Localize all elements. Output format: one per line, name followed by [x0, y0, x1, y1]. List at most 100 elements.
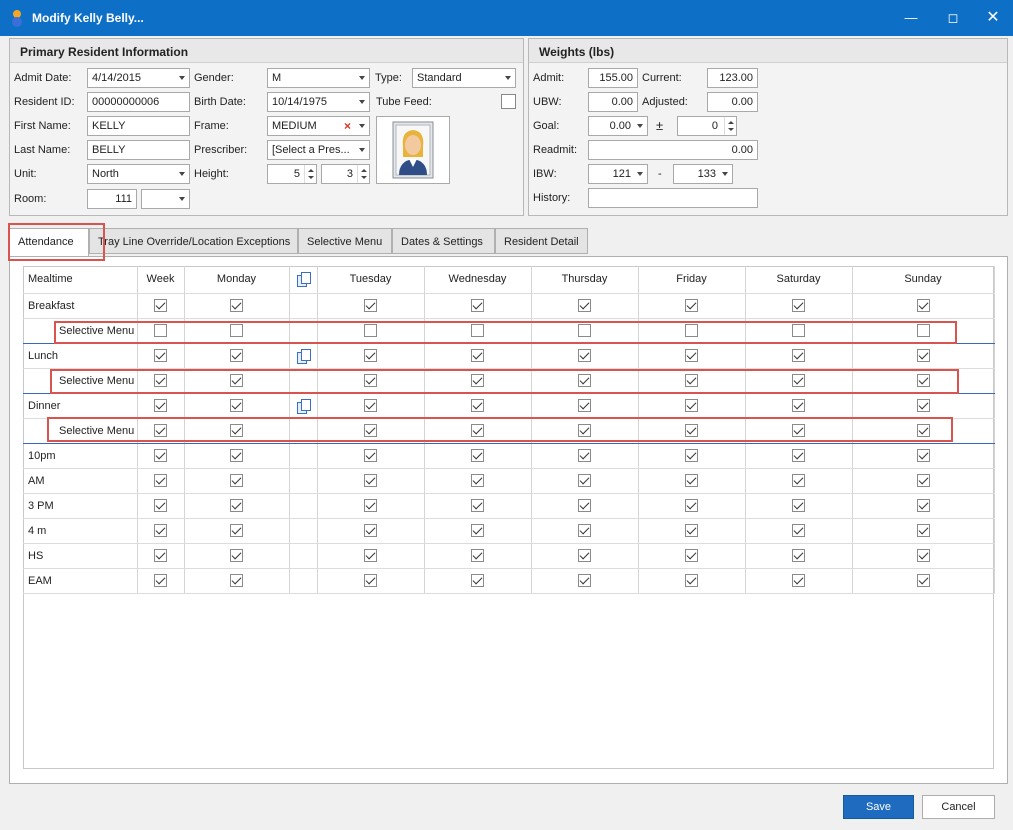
birth-date-field[interactable]: 10/14/1975 — [267, 92, 370, 112]
checked-checkbox[interactable] — [230, 474, 243, 487]
ubw-field[interactable]: 0.00 — [588, 92, 638, 112]
checked-checkbox[interactable] — [154, 499, 167, 512]
current-weight-field[interactable]: 123.00 — [707, 68, 758, 88]
checked-checkbox[interactable] — [685, 299, 698, 312]
spinner-icon[interactable] — [357, 165, 369, 183]
unit-select[interactable]: North — [87, 164, 190, 184]
checked-checkbox[interactable] — [792, 499, 805, 512]
checked-checkbox[interactable] — [792, 474, 805, 487]
checked-checkbox[interactable] — [230, 399, 243, 412]
checked-checkbox[interactable] — [578, 474, 591, 487]
admit-date-field[interactable]: 4/14/2015 — [87, 68, 190, 88]
tube-feed-checkbox[interactable] — [501, 94, 516, 109]
checked-checkbox[interactable] — [578, 499, 591, 512]
checked-checkbox[interactable] — [154, 574, 167, 587]
checked-checkbox[interactable] — [792, 449, 805, 462]
checked-checkbox[interactable] — [471, 499, 484, 512]
tab-attendance[interactable]: Attendance — [9, 228, 89, 257]
prescriber-select[interactable]: [Select a Pres... — [267, 140, 370, 160]
checked-checkbox[interactable] — [916, 424, 930, 437]
checked-checkbox[interactable] — [230, 349, 243, 362]
tab-dates-settings[interactable]: Dates & Settings — [392, 228, 495, 254]
checked-checkbox[interactable] — [578, 549, 591, 562]
gender-select[interactable]: M — [267, 68, 370, 88]
checked-checkbox[interactable] — [916, 474, 930, 487]
checked-checkbox[interactable] — [154, 399, 167, 412]
checked-checkbox[interactable] — [792, 299, 805, 312]
tab-resident-detail[interactable]: Resident Detail — [495, 228, 588, 254]
checked-checkbox[interactable] — [154, 524, 167, 537]
checked-checkbox[interactable] — [685, 499, 698, 512]
checked-checkbox[interactable] — [364, 574, 377, 587]
checked-checkbox[interactable] — [364, 299, 377, 312]
checked-checkbox[interactable] — [471, 399, 484, 412]
header-copy-column[interactable] — [289, 266, 318, 294]
copy-icon[interactable] — [296, 348, 311, 364]
ibw-low-select[interactable]: 121 — [588, 164, 648, 184]
checked-checkbox[interactable] — [792, 574, 805, 587]
checked-checkbox[interactable] — [792, 399, 805, 412]
checked-checkbox[interactable] — [916, 349, 930, 362]
resident-id-field[interactable]: 00000000006 — [87, 92, 190, 112]
save-button[interactable]: Save — [843, 795, 914, 819]
checked-checkbox[interactable] — [364, 449, 377, 462]
ibw-high-select[interactable]: 133 — [673, 164, 733, 184]
checked-checkbox[interactable] — [578, 574, 591, 587]
unchecked-checkbox[interactable] — [792, 324, 805, 337]
unchecked-checkbox[interactable] — [471, 324, 484, 337]
checked-checkbox[interactable] — [364, 374, 377, 387]
checked-checkbox[interactable] — [364, 349, 377, 362]
checked-checkbox[interactable] — [578, 449, 591, 462]
checked-checkbox[interactable] — [230, 549, 243, 562]
checked-checkbox[interactable] — [364, 474, 377, 487]
checked-checkbox[interactable] — [230, 449, 243, 462]
first-name-field[interactable]: KELLY — [87, 116, 190, 136]
checked-checkbox[interactable] — [685, 349, 698, 362]
history-field[interactable] — [588, 188, 758, 208]
checked-checkbox[interactable] — [578, 424, 591, 437]
checked-checkbox[interactable] — [916, 374, 930, 387]
checked-checkbox[interactable] — [685, 574, 698, 587]
checked-checkbox[interactable] — [471, 299, 484, 312]
checked-checkbox[interactable] — [471, 549, 484, 562]
copy-cell[interactable] — [289, 343, 318, 369]
spinner-icon[interactable] — [304, 165, 316, 183]
height-feet-stepper[interactable]: 5 — [267, 164, 317, 184]
minimize-button[interactable]: — — [896, 8, 926, 28]
height-inches-stepper[interactable]: 3 — [321, 164, 370, 184]
checked-checkbox[interactable] — [685, 524, 698, 537]
room-field[interactable]: 111 — [87, 189, 137, 209]
checked-checkbox[interactable] — [792, 424, 805, 437]
last-name-field[interactable]: BELLY — [87, 140, 190, 160]
frame-select[interactable]: MEDIUM × — [267, 116, 370, 136]
checked-checkbox[interactable] — [230, 424, 243, 437]
checked-checkbox[interactable] — [154, 349, 167, 362]
checked-checkbox[interactable] — [685, 449, 698, 462]
adjusted-field[interactable]: 0.00 — [707, 92, 758, 112]
checked-checkbox[interactable] — [471, 449, 484, 462]
checked-checkbox[interactable] — [230, 524, 243, 537]
checked-checkbox[interactable] — [471, 574, 484, 587]
checked-checkbox[interactable] — [364, 499, 377, 512]
checked-checkbox[interactable] — [578, 524, 591, 537]
goal-range-stepper[interactable]: 0 — [677, 116, 737, 136]
unchecked-checkbox[interactable] — [154, 324, 167, 337]
checked-checkbox[interactable] — [916, 399, 930, 412]
resident-photo[interactable] — [376, 116, 450, 184]
tab-tray-line-override[interactable]: Tray Line Override/Location Exceptions — [89, 228, 298, 254]
checked-checkbox[interactable] — [471, 424, 484, 437]
checked-checkbox[interactable] — [230, 574, 243, 587]
checked-checkbox[interactable] — [154, 374, 167, 387]
copy-icon[interactable] — [296, 272, 311, 288]
checked-checkbox[interactable] — [364, 524, 377, 537]
checked-checkbox[interactable] — [578, 374, 591, 387]
checked-checkbox[interactable] — [154, 424, 167, 437]
checked-checkbox[interactable] — [685, 374, 698, 387]
checked-checkbox[interactable] — [154, 549, 167, 562]
bed-select[interactable] — [141, 189, 190, 209]
checked-checkbox[interactable] — [685, 474, 698, 487]
checked-checkbox[interactable] — [916, 499, 930, 512]
readmit-field[interactable]: 0.00 — [588, 140, 758, 160]
goal-select[interactable]: 0.00 — [588, 116, 648, 136]
checked-checkbox[interactable] — [792, 349, 805, 362]
